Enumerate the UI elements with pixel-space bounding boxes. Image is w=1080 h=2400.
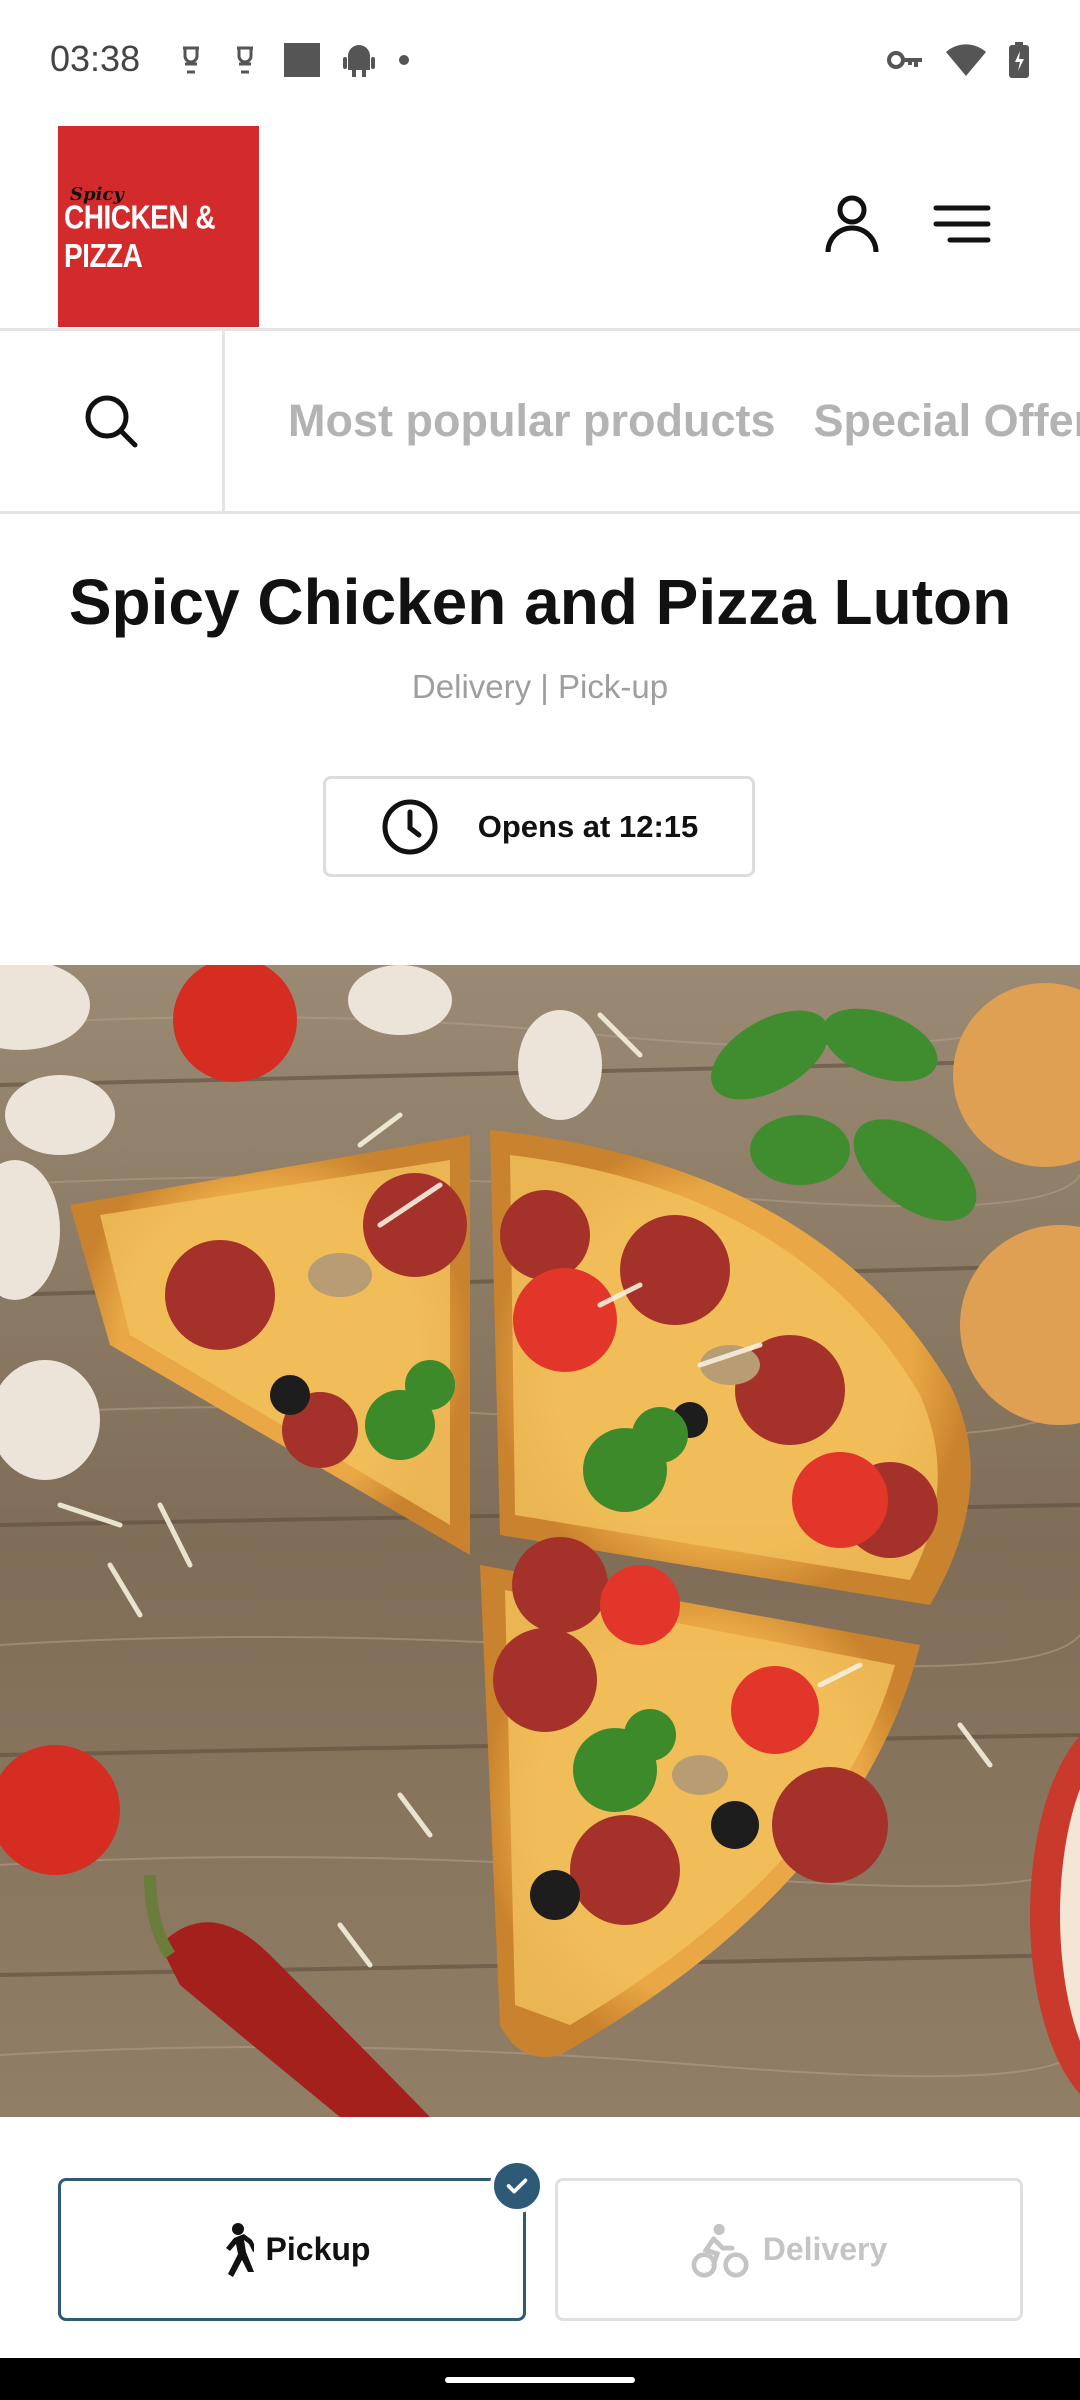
battery-charging-icon (1008, 42, 1030, 78)
restaurant-name: Spicy Chicken and Pizza Luton (68, 566, 1012, 638)
category-bar: Most popular products Special Offers (0, 331, 1080, 514)
opening-hours-button[interactable]: Opens at 12:15 (323, 776, 755, 877)
tab-special-offers[interactable]: Special Offers (814, 395, 1080, 447)
tab-most-popular[interactable]: Most popular products (288, 395, 776, 447)
brand-logo[interactable]: Spicy CHICKEN & PIZZA (58, 126, 259, 327)
user-icon (825, 195, 879, 253)
menu-button[interactable] (930, 192, 994, 256)
category-tabs: Most popular products Special Offers (288, 331, 1080, 511)
selected-check-badge (490, 2159, 544, 2213)
hamburger-menu-icon (933, 205, 991, 243)
image-icon (283, 42, 321, 78)
notification-icon (175, 42, 207, 78)
status-bar: 03:38 (0, 0, 1080, 120)
system-nav-bar (0, 2358, 1080, 2400)
delivery-bike-icon (691, 2223, 749, 2278)
wifi-icon (946, 42, 986, 78)
search-button[interactable] (0, 331, 225, 511)
opening-time-label: Opens at 12:15 (477, 808, 699, 844)
walking-person-icon (225, 2222, 254, 2277)
delivery-label: Delivery (762, 2231, 888, 2267)
delivery-button[interactable]: Delivery (555, 2178, 1023, 2321)
status-time: 03:38 (50, 38, 141, 79)
dot-icon (397, 42, 411, 78)
pickup-label: Pickup (265, 2231, 371, 2267)
checkmark-icon (506, 2178, 528, 2194)
app-header: Spicy CHICKEN & PIZZA (0, 120, 1080, 331)
logo-big-text: CHICKEN & PIZZA (64, 198, 216, 275)
search-icon (85, 395, 138, 448)
key-icon (886, 42, 924, 78)
android-icon (343, 42, 375, 78)
clock-icon (382, 799, 438, 854)
status-notifications (175, 42, 411, 78)
notification-icon (229, 42, 261, 78)
service-types: Delivery | Pick-up (411, 668, 669, 705)
account-button[interactable] (820, 192, 884, 256)
hero-image (0, 965, 1080, 2117)
home-gesture-handle[interactable] (445, 2377, 635, 2383)
status-system-icons (886, 42, 1030, 78)
pickup-button[interactable]: Pickup (58, 2178, 526, 2321)
